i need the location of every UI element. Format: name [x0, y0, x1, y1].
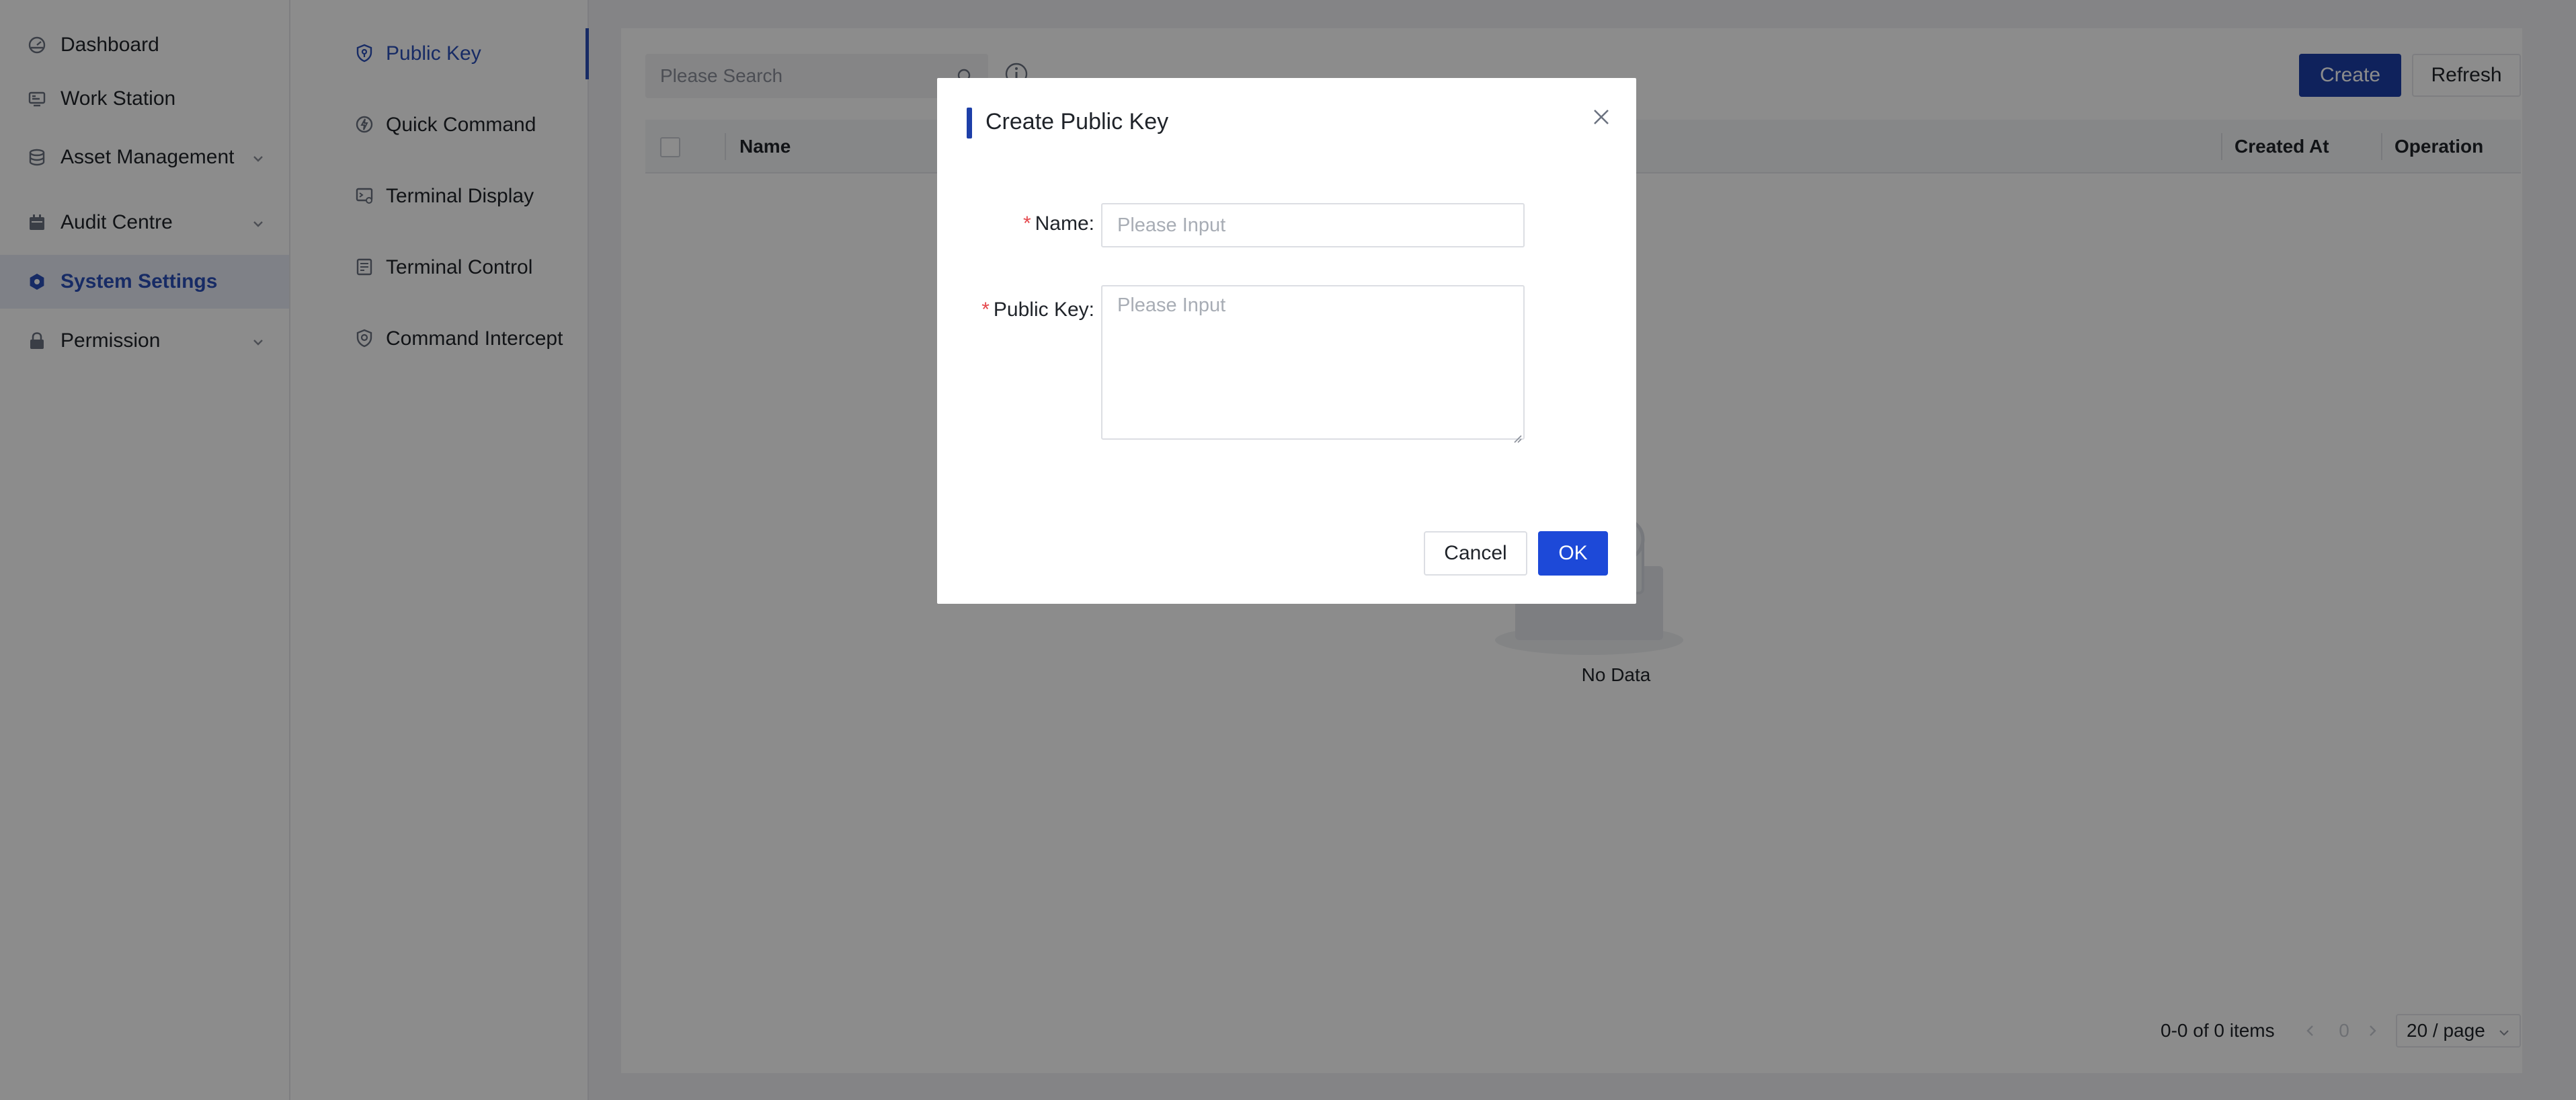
- cancel-button[interactable]: Cancel: [1424, 531, 1527, 576]
- close-icon[interactable]: [1588, 104, 1615, 130]
- ok-button[interactable]: OK: [1538, 531, 1608, 576]
- create-public-key-modal: Create Public Key * Name: Please Input * P…: [937, 78, 1636, 604]
- resize-handle-icon[interactable]: [1511, 426, 1522, 443]
- public-key-field[interactable]: Please Input: [1101, 285, 1525, 443]
- public-key-field-placeholder: Please Input: [1117, 294, 1226, 316]
- name-field-placeholder: Please Input: [1117, 214, 1226, 236]
- required-mark: *: [981, 299, 990, 321]
- public-key-field-label: * Public Key:: [981, 299, 1094, 321]
- required-mark: *: [1022, 212, 1031, 235]
- name-field[interactable]: Please Input: [1101, 203, 1525, 247]
- modal-title: Create Public Key: [985, 109, 1169, 134]
- name-field-label: * Name:: [1022, 212, 1094, 235]
- title-accent-bar: [967, 108, 972, 139]
